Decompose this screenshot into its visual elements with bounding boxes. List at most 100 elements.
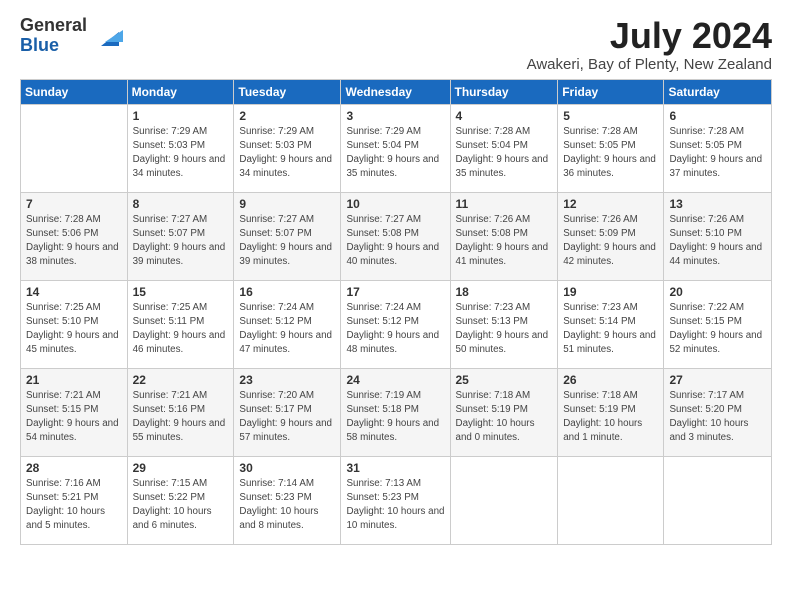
calendar-cell: 13 Sunrise: 7:26 AMSunset: 5:10 PMDayligh… [664, 192, 772, 280]
calendar-cell: 28 Sunrise: 7:16 AMSunset: 5:21 PMDayligh… [21, 456, 128, 544]
calendar-cell: 5 Sunrise: 7:28 AMSunset: 5:05 PMDaylight… [558, 104, 664, 192]
calendar-cell: 17 Sunrise: 7:24 AMSunset: 5:12 PMDayligh… [341, 280, 450, 368]
calendar-week-row: 14Sunrise: 7:25 AMSunset: 5:10 PMDayligh… [21, 280, 772, 368]
day-number: 26 [563, 373, 658, 387]
weekday-header-row: SundayMondayTuesdayWednesdayThursdayFrid… [21, 79, 772, 104]
month-year: July 2024 [527, 16, 772, 56]
day-info: Sunrise: 7:29 AMSunset: 5:03 PMDaylight:… [133, 125, 229, 182]
day-info: Sunrise: 7:19 AMSunset: 5:18 PMDaylight:… [346, 389, 444, 446]
day-number: 22 [133, 373, 229, 387]
weekday-header: Monday [127, 79, 234, 104]
calendar-cell: 9 Sunrise: 7:27 AMSunset: 5:07 PMDaylight… [234, 192, 341, 280]
calendar-cell [450, 456, 558, 544]
calendar-cell: 10 Sunrise: 7:27 AMSunset: 5:08 PMDayligh… [341, 192, 450, 280]
calendar-cell: 19 Sunrise: 7:23 AMSunset: 5:14 PMDayligh… [558, 280, 664, 368]
calendar-cell: 11Sunrise: 7:26 AMSunset: 5:08 PMDayligh… [450, 192, 558, 280]
day-info: Sunrise: 7:28 AMSunset: 5:05 PMDaylight:… [669, 125, 766, 182]
day-info: Sunrise: 7:14 AMSunset: 5:23 PMDaylight:… [239, 477, 335, 534]
day-info: Sunrise: 7:18 AMSunset: 5:19 PMDaylight:… [456, 389, 553, 446]
day-number: 31 [346, 461, 444, 475]
day-number: 3 [346, 109, 444, 123]
calendar-cell [21, 104, 128, 192]
day-info: Sunrise: 7:20 AMSunset: 5:17 PMDaylight:… [239, 389, 335, 446]
day-number: 5 [563, 109, 658, 123]
calendar-cell: 30Sunrise: 7:14 AMSunset: 5:23 PMDayligh… [234, 456, 341, 544]
weekday-header: Thursday [450, 79, 558, 104]
calendar-week-row: 7Sunrise: 7:28 AMSunset: 5:06 PMDaylight… [21, 192, 772, 280]
day-info: Sunrise: 7:24 AMSunset: 5:12 PMDaylight:… [239, 301, 335, 358]
logo-blue: Blue [20, 36, 87, 56]
calendar-cell: 2Sunrise: 7:29 AMSunset: 5:03 PMDaylight… [234, 104, 341, 192]
day-number: 6 [669, 109, 766, 123]
day-number: 11 [456, 197, 553, 211]
calendar-cell: 20Sunrise: 7:22 AMSunset: 5:15 PMDayligh… [664, 280, 772, 368]
day-info: Sunrise: 7:26 AMSunset: 5:10 PMDaylight:… [669, 213, 766, 270]
day-number: 28 [26, 461, 122, 475]
weekday-header: Sunday [21, 79, 128, 104]
day-number: 15 [133, 285, 229, 299]
day-number: 29 [133, 461, 229, 475]
day-info: Sunrise: 7:15 AMSunset: 5:22 PMDaylight:… [133, 477, 229, 534]
calendar-table: SundayMondayTuesdayWednesdayThursdayFrid… [20, 79, 772, 545]
day-number: 14 [26, 285, 122, 299]
day-number: 17 [346, 285, 444, 299]
calendar-week-row: 28 Sunrise: 7:16 AMSunset: 5:21 PMDayligh… [21, 456, 772, 544]
day-info: Sunrise: 7:18 AMSunset: 5:19 PMDaylight:… [563, 389, 658, 446]
calendar-cell: 26 Sunrise: 7:18 AMSunset: 5:19 PMDayligh… [558, 368, 664, 456]
calendar-cell: 7Sunrise: 7:28 AMSunset: 5:06 PMDaylight… [21, 192, 128, 280]
calendar-cell: 22 Sunrise: 7:21 AMSunset: 5:16 PMDayligh… [127, 368, 234, 456]
calendar-cell: 4 Sunrise: 7:28 AMSunset: 5:04 PMDaylight… [450, 104, 558, 192]
calendar-cell: 15Sunrise: 7:25 AMSunset: 5:11 PMDayligh… [127, 280, 234, 368]
day-info: Sunrise: 7:21 AMSunset: 5:16 PMDaylight:… [133, 389, 229, 446]
weekday-header: Saturday [664, 79, 772, 104]
day-number: 10 [346, 197, 444, 211]
day-number: 27 [669, 373, 766, 387]
day-info: Sunrise: 7:26 AMSunset: 5:09 PMDaylight:… [563, 213, 658, 270]
calendar-cell: 21 Sunrise: 7:21 AMSunset: 5:15 PMDayligh… [21, 368, 128, 456]
calendar-cell: 3 Sunrise: 7:29 AMSunset: 5:04 PMDaylight… [341, 104, 450, 192]
calendar-cell: 31 Sunrise: 7:13 AMSunset: 5:23 PMDayligh… [341, 456, 450, 544]
day-number: 16 [239, 285, 335, 299]
day-number: 19 [563, 285, 658, 299]
calendar-week-row: 1Sunrise: 7:29 AMSunset: 5:03 PMDaylight… [21, 104, 772, 192]
day-info: Sunrise: 7:28 AMSunset: 5:04 PMDaylight:… [456, 125, 553, 182]
day-info: Sunrise: 7:21 AMSunset: 5:15 PMDaylight:… [26, 389, 122, 446]
calendar-cell: 24 Sunrise: 7:19 AMSunset: 5:18 PMDayligh… [341, 368, 450, 456]
day-number: 2 [239, 109, 335, 123]
logo: General Blue [20, 16, 127, 56]
day-number: 8 [133, 197, 229, 211]
day-number: 9 [239, 197, 335, 211]
logo-icon [91, 18, 127, 54]
calendar-cell: 18Sunrise: 7:23 AMSunset: 5:13 PMDayligh… [450, 280, 558, 368]
day-number: 20 [669, 285, 766, 299]
day-info: Sunrise: 7:27 AMSunset: 5:08 PMDaylight:… [346, 213, 444, 270]
location: Awakeri, Bay of Plenty, New Zealand [527, 56, 772, 73]
calendar-cell: 8 Sunrise: 7:27 AMSunset: 5:07 PMDaylight… [127, 192, 234, 280]
calendar-cell [558, 456, 664, 544]
day-number: 4 [456, 109, 553, 123]
calendar-cell: 6 Sunrise: 7:28 AMSunset: 5:05 PMDaylight… [664, 104, 772, 192]
calendar-cell: 29 Sunrise: 7:15 AMSunset: 5:22 PMDayligh… [127, 456, 234, 544]
calendar-cell: 1Sunrise: 7:29 AMSunset: 5:03 PMDaylight… [127, 104, 234, 192]
logo-general: General [20, 16, 87, 36]
day-info: Sunrise: 7:27 AMSunset: 5:07 PMDaylight:… [133, 213, 229, 270]
day-number: 25 [456, 373, 553, 387]
day-info: Sunrise: 7:29 AMSunset: 5:04 PMDaylight:… [346, 125, 444, 182]
day-info: Sunrise: 7:13 AMSunset: 5:23 PMDaylight:… [346, 477, 444, 534]
calendar-cell [664, 456, 772, 544]
day-info: Sunrise: 7:16 AMSunset: 5:21 PMDaylight:… [26, 477, 122, 534]
weekday-header: Friday [558, 79, 664, 104]
weekday-header: Tuesday [234, 79, 341, 104]
day-info: Sunrise: 7:23 AMSunset: 5:14 PMDaylight:… [563, 301, 658, 358]
day-info: Sunrise: 7:28 AMSunset: 5:05 PMDaylight:… [563, 125, 658, 182]
day-number: 13 [669, 197, 766, 211]
calendar-cell: 23Sunrise: 7:20 AMSunset: 5:17 PMDayligh… [234, 368, 341, 456]
day-number: 24 [346, 373, 444, 387]
day-number: 7 [26, 197, 122, 211]
day-info: Sunrise: 7:24 AMSunset: 5:12 PMDaylight:… [346, 301, 444, 358]
day-number: 21 [26, 373, 122, 387]
calendar-cell: 16 Sunrise: 7:24 AMSunset: 5:12 PMDayligh… [234, 280, 341, 368]
day-number: 18 [456, 285, 553, 299]
day-info: Sunrise: 7:27 AMSunset: 5:07 PMDaylight:… [239, 213, 335, 270]
calendar-cell: 14Sunrise: 7:25 AMSunset: 5:10 PMDayligh… [21, 280, 128, 368]
